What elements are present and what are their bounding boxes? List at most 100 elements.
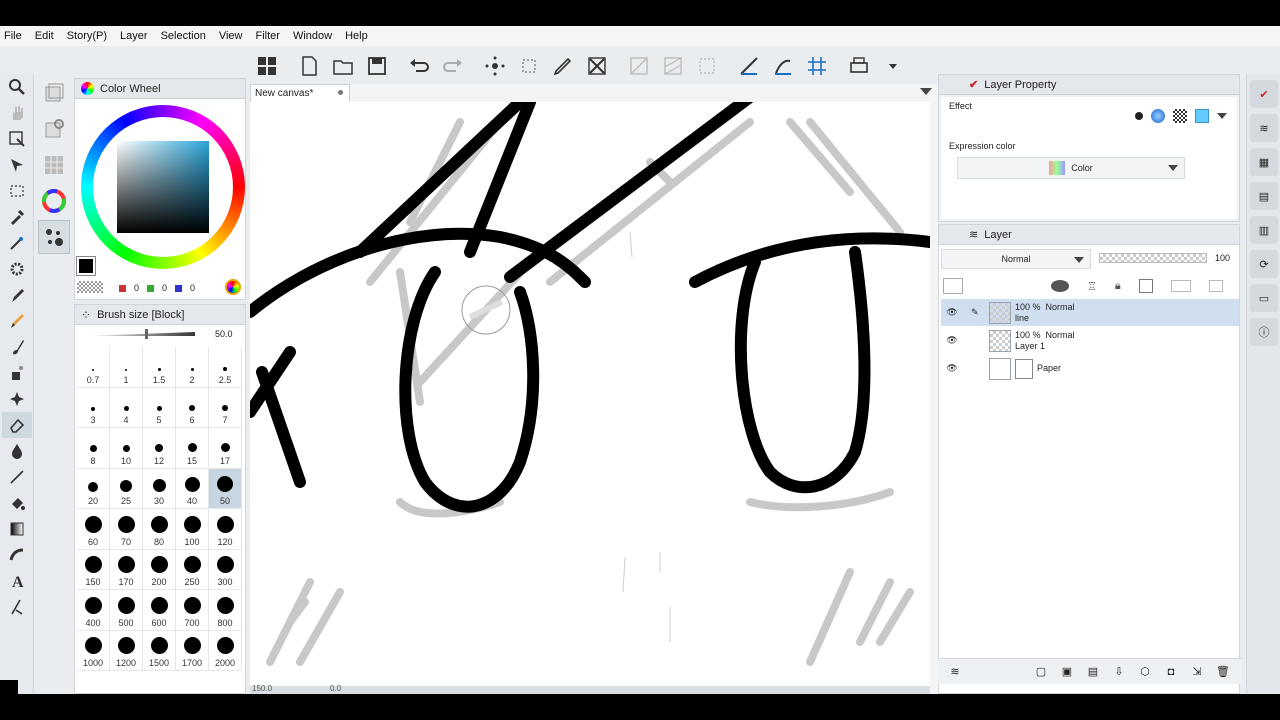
grid-icon[interactable] — [250, 51, 284, 81]
brush-size-option[interactable]: 70 — [110, 509, 143, 550]
visibility-eye-icon[interactable]: 👁︎ — [941, 307, 963, 318]
perspective-icon[interactable] — [656, 51, 690, 81]
brush-icon[interactable] — [2, 334, 32, 360]
layer-mask-icon[interactable] — [1170, 280, 1191, 292]
auto-select-icon[interactable] — [2, 230, 32, 256]
brush-size-option[interactable]: 120 — [209, 509, 242, 550]
brush-size-option[interactable]: 800 — [209, 590, 242, 631]
brush-size-option[interactable]: 170 — [110, 549, 143, 590]
snap-grid-icon[interactable] — [800, 51, 834, 81]
brush-size-slider[interactable] — [85, 329, 203, 339]
drawing-canvas[interactable] — [250, 102, 930, 687]
subtool-layer-icon[interactable] — [38, 76, 70, 110]
correct-line-icon[interactable] — [2, 594, 32, 620]
fit-icon[interactable] — [512, 51, 546, 81]
reference-layer-icon[interactable]: ♖ — [1087, 280, 1097, 293]
brush-size-option[interactable]: 600 — [143, 590, 176, 631]
brush-size-option[interactable]: 1500 — [143, 630, 176, 671]
gear-icon[interactable] — [2, 256, 32, 282]
auto-action-dock-icon[interactable]: ▭ — [1250, 284, 1278, 312]
saturation-value-square[interactable] — [117, 141, 209, 233]
brush-size-option[interactable]: 17 — [209, 428, 242, 469]
brush-size-option[interactable]: 80 — [143, 509, 176, 550]
brush-size-option[interactable]: 10 — [110, 428, 143, 469]
canvas-tab-menu-icon[interactable] — [920, 88, 932, 95]
layer-option-icon[interactable] — [1208, 280, 1223, 292]
eraser-icon[interactable] — [2, 412, 32, 438]
pen-icon[interactable] — [546, 51, 580, 81]
save-icon[interactable] — [360, 51, 394, 81]
info-dock-icon[interactable]: ⓘ — [1250, 318, 1278, 346]
visibility-eye-icon[interactable]: 👁︎ — [941, 335, 963, 346]
brush-size-option[interactable]: 500 — [110, 590, 143, 631]
brush-size-option[interactable]: 4 — [110, 387, 143, 428]
layer-dock-icon[interactable]: ≋ — [1250, 114, 1278, 142]
material-dock-icon[interactable]: ▦ — [1250, 148, 1278, 176]
menu-help[interactable]: Help — [345, 30, 377, 42]
new-vector-layer-icon[interactable]: ▣ — [1058, 664, 1076, 680]
history-dock-icon[interactable]: ⟳ — [1250, 250, 1278, 278]
snap-line-icon[interactable] — [732, 51, 766, 81]
brush-size-option[interactable]: 40 — [176, 468, 209, 509]
expression-color-select[interactable]: Color — [957, 157, 1185, 179]
menu-selection[interactable]: Selection — [161, 30, 215, 42]
redo-icon[interactable] — [436, 51, 470, 81]
brush-size-option[interactable]: 50 — [209, 468, 242, 509]
figure-icon[interactable] — [2, 464, 32, 490]
brush-size-option[interactable]: 3 — [77, 387, 110, 428]
operation-icon[interactable] — [2, 126, 32, 152]
new-file-icon[interactable] — [292, 51, 326, 81]
blend-mode-select[interactable]: Normal — [941, 249, 1091, 269]
brush-size-option[interactable]: 2.5 — [209, 347, 242, 388]
toolbar-menu-icon[interactable] — [876, 51, 910, 81]
menu-window[interactable]: Window — [293, 30, 341, 42]
effect-tone-icon[interactable] — [1151, 109, 1165, 123]
brush-size-option[interactable]: 0.7 — [77, 347, 110, 388]
brush-size-option[interactable]: 20 — [77, 468, 110, 509]
transform-icon[interactable] — [478, 51, 512, 81]
brush-size-option[interactable]: 6 — [176, 387, 209, 428]
brush-size-option[interactable]: 60 — [77, 509, 110, 550]
print-icon[interactable] — [842, 51, 876, 81]
effect-border-icon[interactable] — [1135, 112, 1143, 120]
menu-view[interactable]: View — [219, 30, 252, 42]
brush-size-option[interactable]: 2000 — [209, 630, 242, 671]
delete-layer-icon[interactable]: 🗑︎ — [1214, 664, 1232, 680]
layer-row[interactable]: 👁︎ ✎ 100 % Normal line — [941, 299, 1239, 326]
layer-stack-icon[interactable]: ≋ — [946, 664, 964, 680]
undo-icon[interactable] — [402, 51, 436, 81]
subtool-settings-icon[interactable] — [38, 112, 70, 146]
airbrush-icon[interactable] — [2, 360, 32, 386]
brush-size-option[interactable]: 8 — [77, 428, 110, 469]
visibility-eye-icon[interactable]: 👁︎ — [941, 363, 963, 374]
layer-row[interactable]: 👁︎ Paper — [941, 355, 1239, 382]
pencil-icon[interactable] — [2, 308, 32, 334]
layer-row[interactable]: 👁︎ 100 % Normal Layer 1 — [941, 327, 1239, 354]
blend-icon[interactable] — [2, 438, 32, 464]
brush-size-option[interactable]: 1.5 — [143, 347, 176, 388]
canvas-tab[interactable]: New canvas* — [250, 84, 350, 102]
lock-transparent-icon[interactable] — [1051, 280, 1069, 292]
snap-special-icon[interactable] — [766, 51, 800, 81]
gradient-icon[interactable] — [2, 516, 32, 542]
new-raster-layer-icon[interactable]: ▢ — [1032, 664, 1050, 680]
selection-icon[interactable] — [2, 178, 32, 204]
decoration-icon[interactable] — [2, 386, 32, 412]
color-mode-toggle-icon[interactable] — [225, 279, 241, 295]
brush-size-option[interactable]: 7 — [209, 387, 242, 428]
lock-layer-icon[interactable]: 🔒︎ — [1115, 280, 1121, 293]
crop-icon[interactable] — [580, 51, 614, 81]
effect-color-icon[interactable] — [1195, 109, 1209, 123]
brush-size-option[interactable]: 5 — [143, 387, 176, 428]
brush-size-option[interactable]: 150 — [77, 549, 110, 590]
brush-size-option[interactable]: 25 — [110, 468, 143, 509]
brush-size-option[interactable]: 1 — [110, 347, 143, 388]
pen-tool-icon[interactable] — [2, 282, 32, 308]
effect-texture-icon[interactable] — [1173, 109, 1187, 123]
ruler-icon[interactable] — [622, 51, 656, 81]
text-icon[interactable]: A — [2, 568, 32, 594]
menu-filter[interactable]: Filter — [256, 30, 289, 42]
layer-property-dock-icon[interactable]: ✔ — [1250, 80, 1278, 108]
sub-view-dock-icon[interactable]: ▥ — [1250, 216, 1278, 244]
new-folder-icon[interactable]: ▤ — [1084, 664, 1102, 680]
